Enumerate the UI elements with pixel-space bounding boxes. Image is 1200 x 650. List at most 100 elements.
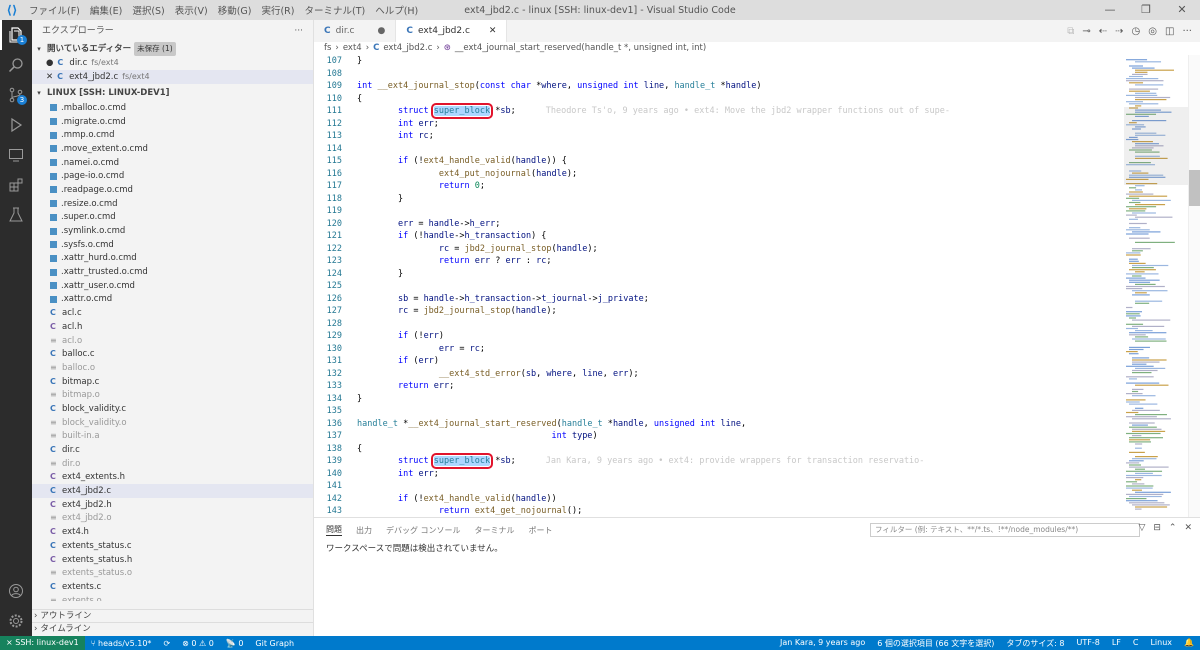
code-line[interactable]: 132 __ext4_std_error(sb, where, line, er… <box>314 368 1124 381</box>
file-tree-item[interactable]: .mballoc.o.cmd <box>32 101 313 115</box>
file-tree-item[interactable]: ≡ extents.o <box>32 594 313 601</box>
problems-filter-input[interactable]: フィルター (例: テキスト、**/*.ts、!**/node_modules/… <box>870 523 1140 537</box>
source-control-icon[interactable]: 3 <box>0 80 32 110</box>
timeline-icon[interactable]: ◷ <box>1132 26 1141 37</box>
git-lens-icon[interactable]: ◎ <box>1148 26 1157 37</box>
file-tree-item[interactable]: Cballoc.c <box>32 347 313 361</box>
testing-icon[interactable] <box>0 200 32 230</box>
code-line[interactable]: 108 <box>314 68 1124 81</box>
code-line[interactable]: 125 <box>314 280 1124 293</box>
file-tree-item[interactable]: .xattr_hurd.o.cmd <box>32 252 313 266</box>
outline-section[interactable]: › アウトライン <box>32 609 313 622</box>
menu-item[interactable]: 実行(R) <box>256 3 299 17</box>
os-mode[interactable]: Linux <box>1144 638 1178 649</box>
tab-size[interactable]: タブのサイズ: 8 <box>1000 638 1070 649</box>
unsaved-dot-icon[interactable]: ● <box>46 56 53 70</box>
file-tree-item[interactable]: ≡ ext4_jbd2.o <box>32 512 313 526</box>
remote-explorer-icon[interactable] <box>0 140 32 170</box>
file-tree-item[interactable]: ≡ extents_status.o <box>32 566 313 580</box>
run-debug-icon[interactable] <box>0 110 32 140</box>
file-tree-item[interactable]: .super.o.cmd <box>32 211 313 225</box>
file-tree-item[interactable]: .move_extent.o.cmd <box>32 142 313 156</box>
code-line[interactable]: 111 struct super_block *sb; Theodore Ts'o… <box>314 103 1124 119</box>
minimap-viewport[interactable] <box>1124 107 1188 185</box>
file-tree-item[interactable]: .xattr_user.o.cmd <box>32 279 313 293</box>
file-tree-item[interactable]: Cextents_status.c <box>32 539 313 553</box>
code-line[interactable]: 123 return err ? err : rc; <box>314 255 1124 268</box>
menu-item[interactable]: 選択(S) <box>127 3 169 17</box>
file-tree-item[interactable]: Cbitmap.c <box>32 375 313 389</box>
maximize-panel-icon[interactable]: ⌃ <box>1169 523 1177 533</box>
code-line[interactable]: 128 <box>314 318 1124 331</box>
file-tree-item[interactable]: Cdir.c <box>32 443 313 457</box>
code-editor[interactable]: 107} 108 109 int __ext4_journal_stop(const … <box>314 55 1124 517</box>
code-line[interactable]: 124 } <box>314 268 1124 281</box>
code-line[interactable]: 112 int err; <box>314 118 1124 131</box>
search-icon[interactable] <box>0 50 32 80</box>
tab-dir-c[interactable]: C dir.c ● <box>314 20 397 42</box>
menu-item[interactable]: ターミナル(T) <box>299 3 370 17</box>
remote-indicator[interactable]: ⨯ SSH: linux-dev1 <box>0 636 85 650</box>
code-line[interactable]: 138 { <box>314 443 1124 456</box>
file-tree-item[interactable]: Cacl.c <box>32 306 313 320</box>
language-mode[interactable]: C <box>1127 638 1145 649</box>
code-line[interactable]: 126 sb = handle->h_transaction->t_journa… <box>314 293 1124 306</box>
file-tree-item[interactable]: Cacl.h <box>32 320 313 334</box>
code-line[interactable]: 122 rc = jbd2_journal_stop(handle); <box>314 243 1124 256</box>
file-tree-item[interactable]: Cblock_validity.c <box>32 402 313 416</box>
minimize-button[interactable]: — <box>1092 0 1128 20</box>
file-tree-item[interactable]: .sysfs.o.cmd <box>32 238 313 252</box>
file-tree-item[interactable]: .page-io.o.cmd <box>32 169 313 183</box>
file-tree-item[interactable]: Cext4_extents.h <box>32 471 313 485</box>
breadcrumb-item[interactable]: fs <box>324 42 331 54</box>
menu-item[interactable]: 移動(G) <box>213 3 257 17</box>
breadcrumb-item[interactable]: __ext4_journal_start_reserved(handle_t *… <box>455 42 706 54</box>
file-tree-item[interactable]: ≡ bitmap.o <box>32 388 313 402</box>
code-line[interactable]: 129 if (!err) <box>314 330 1124 343</box>
code-line[interactable]: 110 { <box>314 93 1124 106</box>
tab-ext4-jbd2-c[interactable]: C ext4_jbd2.c ✕ <box>396 20 508 42</box>
code-line[interactable]: 114 <box>314 143 1124 156</box>
compare-icon[interactable]: ⧉ <box>1067 26 1074 37</box>
menu-item[interactable]: ファイル(F) <box>24 3 85 17</box>
menu-item[interactable]: ヘルプ(H) <box>370 3 423 17</box>
file-tree-item[interactable]: .xattr_trusted.o.cmd <box>32 265 313 279</box>
file-tree-item[interactable]: ≡ balloc.o <box>32 361 313 375</box>
file-tree-item[interactable]: ≡ acl.o <box>32 334 313 348</box>
code-line[interactable]: 143 return ext4_get_nojournal(); <box>314 505 1124 517</box>
code-line[interactable]: 133 return err; <box>314 380 1124 393</box>
filter-icon[interactable]: ▽ <box>1138 523 1145 533</box>
blame-info[interactable]: Jan Kara, 9 years ago <box>774 638 871 649</box>
code-line[interactable]: 139 struct super_block *sb; Jan Kara, 9 y… <box>314 453 1124 469</box>
maximize-button[interactable]: ❐ <box>1128 0 1164 20</box>
file-tree-item[interactable]: .readpage.o.cmd <box>32 183 313 197</box>
minimap[interactable] <box>1124 55 1188 517</box>
code-line[interactable]: 141 <box>314 480 1124 493</box>
git-graph-button[interactable]: Git Graph <box>249 639 300 648</box>
code-line[interactable]: 115 if (!ext4_handle_valid(handle)) { <box>314 155 1124 168</box>
settings-gear-icon[interactable] <box>0 606 32 636</box>
tab-output[interactable]: 出力 <box>356 525 372 536</box>
file-tree-item[interactable]: ≡ block_validity.o <box>32 416 313 430</box>
close-window-button[interactable]: ✕ <box>1164 0 1200 20</box>
workspace-section[interactable]: ▾ LINUX [SSH: LINUX-DEV1] <box>32 86 313 100</box>
file-tree-item[interactable]: ≡ dir.o <box>32 457 313 471</box>
tab-ports[interactable]: ポート <box>529 525 553 536</box>
git-branch[interactable]: ⑂ heads/v5.10* <box>85 639 158 648</box>
code-line[interactable]: 127 rc = jbd2_journal_stop(handle); <box>314 305 1124 318</box>
timeline-section[interactable]: › タイムライン <box>32 622 313 635</box>
more-actions-icon[interactable]: ··· <box>1182 26 1192 37</box>
code-line[interactable]: 130 err = rc; <box>314 343 1124 356</box>
menu-item[interactable]: 編集(E) <box>85 3 127 17</box>
explorer-icon[interactable]: 1 <box>0 20 32 50</box>
unsaved-dot-icon[interactable]: ● <box>378 26 386 36</box>
file-tree-item[interactable]: Cext4.h <box>32 525 313 539</box>
code-line[interactable]: 131 if (err) <box>314 355 1124 368</box>
split-editor-icon[interactable]: ◫ <box>1165 26 1174 37</box>
code-line[interactable]: 118 } <box>314 193 1124 206</box>
eol[interactable]: LF <box>1106 638 1127 649</box>
open-editors-section[interactable]: ▾ 開いているエディター 未保存 (1) <box>32 42 313 56</box>
code-line[interactable]: 134} <box>314 393 1124 406</box>
close-icon[interactable]: ✕ <box>489 26 497 36</box>
code-line[interactable]: 120 err = handle->h_err; <box>314 218 1124 231</box>
